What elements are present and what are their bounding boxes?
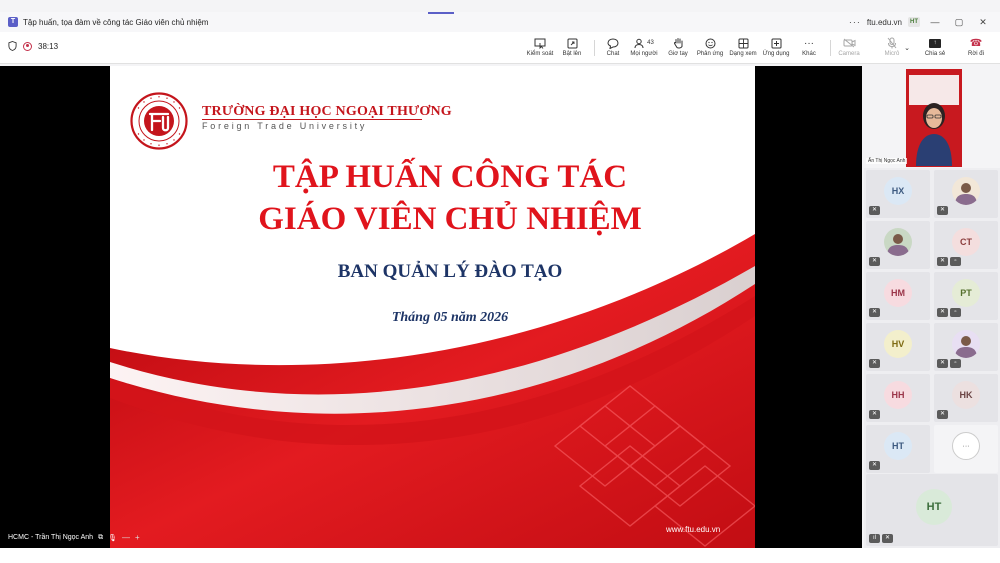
participant-tile[interactable]: CT ✕ ▫ <box>934 221 998 269</box>
avatar: HX <box>884 177 912 205</box>
mic-off-icon: ✕ <box>869 410 880 419</box>
popout-icon <box>552 36 592 50</box>
university-name-vn: TRƯỜNG ĐẠI HỌC NGOẠI THƯƠNG <box>202 104 452 119</box>
participant-photo <box>952 330 980 358</box>
share-button[interactable]: ↑ Chia sẻ <box>915 36 955 57</box>
mic-off-icon: ✕ <box>869 461 880 470</box>
ftu-logo-seal <box>130 92 188 150</box>
avatar: HM <box>884 279 912 307</box>
leave-call-icon: ☎ <box>969 37 983 49</box>
minimize-button[interactable]: — <box>926 17 944 27</box>
meeting-toolbar: 38:13 Kiểm soát Bật lên Chat 43 Mọi ngườ… <box>0 32 1000 64</box>
logo-underline <box>202 119 422 120</box>
camera-button[interactable]: Camera <box>829 36 869 57</box>
account-avatar[interactable]: HT <box>908 17 920 27</box>
audio-level-icon: ıl <box>869 534 880 543</box>
mic-off-icon: ✕ <box>937 206 948 215</box>
participant-tile[interactable]: HV ✕ <box>866 323 930 371</box>
popout-button[interactable]: Bật lên <box>552 36 592 57</box>
meeting-timer: 38:13 <box>38 41 59 51</box>
share-icon: ↑ <box>929 38 941 48</box>
presenter-name: HCMC - Trần Thị Ngọc Anh <box>8 534 94 541</box>
self-video-person <box>916 103 952 166</box>
avatar: HK <box>952 381 980 409</box>
people-icon <box>634 38 644 48</box>
mic-off-icon: ✕ <box>937 257 948 266</box>
participant-tile[interactable]: ✕ <box>934 170 998 218</box>
mic-off-icon: ✕ <box>869 359 880 368</box>
shield-icon <box>8 41 17 51</box>
title-bar: T Tập huấn, tọa đàm về công tác Giáo viê… <box>0 12 1000 32</box>
title-accent <box>428 12 454 14</box>
presenter-label-bar: HCMC - Trần Thị Ngọc Anh ⧉ 🎙 — + <box>8 533 140 542</box>
participant-tile[interactable]: ✕ ▫ <box>934 323 998 371</box>
avatar: HV <box>884 330 912 358</box>
more-icon: ··· <box>804 37 814 49</box>
window-title: Tập huấn, tọa đàm về công tác Giáo viên … <box>23 17 209 27</box>
slide-subtitle: BAN QUẢN LÝ ĐÀO TẠO <box>337 261 563 282</box>
more-button[interactable]: ··· Khác <box>789 36 829 58</box>
slide-date: Tháng 05 năm 2026 <box>391 310 509 325</box>
self-video-name: Ấn Thị Ngọc Anh <box>866 158 908 164</box>
screen-share-icon: ⧉ <box>98 533 104 541</box>
participant-tile[interactable]: ✕ <box>866 221 930 269</box>
zoom-in-button[interactable]: + <box>135 533 140 542</box>
teams-app-icon: T <box>8 17 18 27</box>
org-domain: ftu.edu.vn <box>866 17 902 27</box>
camera-off-icon: ▫ <box>950 257 961 266</box>
self-avatar-tile[interactable]: HT ıl ✕ <box>866 474 998 546</box>
participant-tile[interactable]: PT ✕ ▫ <box>934 272 998 320</box>
camera-off-icon: ▫ <box>950 308 961 317</box>
recording-icon <box>23 41 32 51</box>
avatar: HT <box>884 432 912 460</box>
mic-off-icon: ✕ <box>869 308 880 317</box>
participant-tile[interactable]: HT ✕ <box>866 425 930 473</box>
slide-background-wave <box>110 234 755 548</box>
participant-tile[interactable]: HH ✕ <box>866 374 930 422</box>
participants-panel: Ấn Thị Ngọc Anh HX ✕ ✕ ✕ CT ✕ ▫ HM ✕ PT ✕ ▫ HV ✕ ✕ ▫ HH ✕… <box>864 66 1000 548</box>
self-video-tile[interactable]: Ấn Thị Ngọc Anh <box>864 66 1000 168</box>
shared-screen-stage[interactable]: TRƯỜNG ĐẠI HỌC NGOẠI THƯƠNG Foreign Trad… <box>0 66 862 548</box>
zoom-out-button[interactable]: — <box>122 533 130 542</box>
slide-url: www.ftu.edu.vn <box>666 525 721 534</box>
maximize-button[interactable]: ▢ <box>950 17 968 28</box>
presentation-slide: TRƯỜNG ĐẠI HỌC NGOẠI THƯƠNG Foreign Trad… <box>110 66 755 548</box>
participant-tile[interactable]: HK ✕ <box>934 374 998 422</box>
camera-off-icon <box>829 36 869 50</box>
mic-off-icon: ✕ <box>869 206 880 215</box>
teams-window: T Tập huấn, tọa đàm về công tác Giáo viê… <box>0 0 1000 563</box>
camera-off-icon: ▫ <box>950 359 961 368</box>
mic-off-icon: ✕ <box>882 534 893 543</box>
avatar: HT <box>916 489 952 525</box>
bottom-strip <box>0 548 1000 563</box>
participant-count: 43 <box>647 40 654 46</box>
slide-title-line2: GIÁO VIÊN CHỦ NHIỆM <box>258 201 642 237</box>
mic-options-chevron[interactable]: ⌄ <box>899 41 915 55</box>
mic-off-icon: ✕ <box>937 308 948 317</box>
avatar: CT <box>952 228 980 256</box>
avatar: HH <box>884 381 912 409</box>
chevron-down-icon: ⌄ <box>904 45 910 52</box>
participant-tile[interactable]: ··· <box>934 425 998 473</box>
participant-tile[interactable]: HM ✕ <box>866 272 930 320</box>
avatar: PT <box>952 279 980 307</box>
leave-button[interactable]: ☎ Rời đi <box>956 36 996 58</box>
more-options-icon[interactable]: ··· <box>849 17 861 27</box>
mic-off-icon: ✕ <box>937 359 948 368</box>
participant-photo <box>884 228 912 256</box>
mic-off-icon: ✕ <box>937 410 948 419</box>
close-button[interactable]: ✕ <box>974 17 992 28</box>
university-name-en: Foreign Trade University <box>202 121 368 131</box>
avatar: ··· <box>952 432 980 460</box>
mic-off-icon: ✕ <box>869 257 880 266</box>
mic-off-icon: 🎙 <box>108 534 117 542</box>
participant-photo <box>952 177 980 205</box>
participant-tile[interactable]: HX ✕ <box>866 170 930 218</box>
slide-title-line1: TẬP HUẤN CÔNG TÁC <box>272 159 628 195</box>
